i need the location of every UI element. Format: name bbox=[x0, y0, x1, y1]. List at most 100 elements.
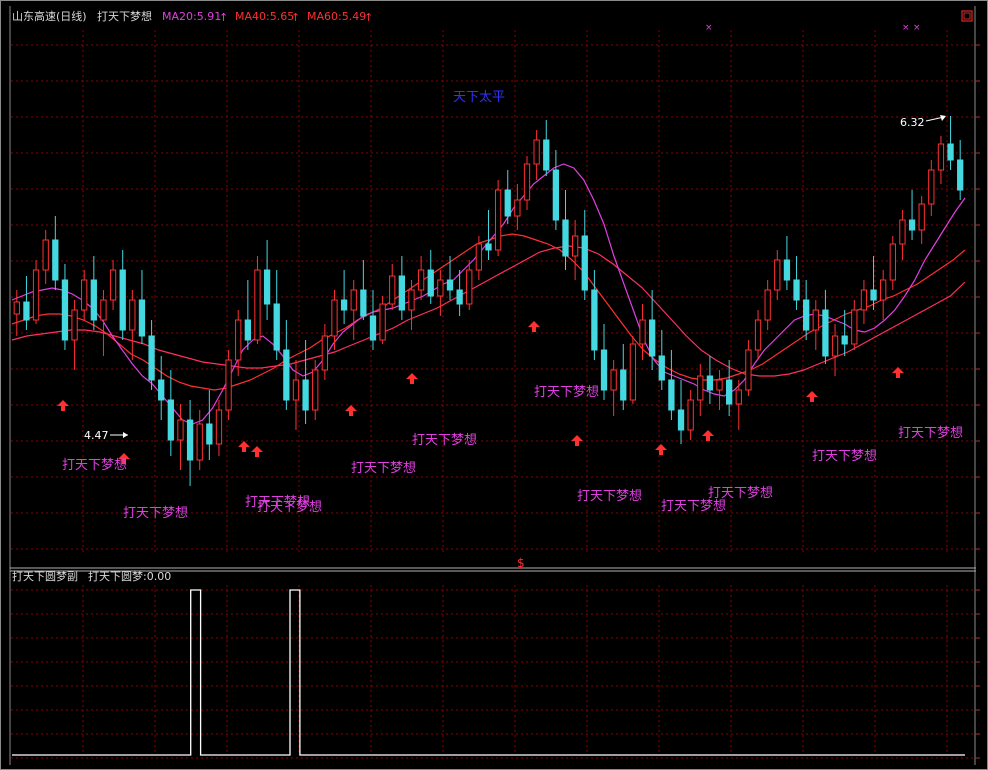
candle-body bbox=[23, 301, 30, 321]
ma20-label: MA20:5.91 bbox=[162, 10, 221, 23]
signal-label: 打天下梦想 bbox=[62, 457, 127, 473]
candle-body bbox=[860, 289, 868, 311]
candle-body bbox=[937, 143, 945, 171]
maximize-icon-inner bbox=[963, 12, 971, 20]
candle-body bbox=[360, 289, 367, 317]
candle-body bbox=[504, 189, 511, 217]
candle-body bbox=[148, 335, 155, 381]
buy-arrow-icon bbox=[702, 430, 714, 441]
candle-body bbox=[215, 409, 223, 445]
candle-body bbox=[581, 235, 588, 291]
candle-body bbox=[677, 409, 685, 431]
candle-body bbox=[803, 299, 810, 331]
candle-body bbox=[908, 219, 916, 231]
candle-body bbox=[947, 143, 954, 161]
ma60-arrow-icon: ↑ bbox=[364, 11, 373, 24]
kline-chart[interactable]: 打天下梦想打天下梦想打天下梦想打天下梦想打天下梦想打天下梦想打天下梦想打天下梦想… bbox=[0, 0, 988, 770]
candle-body bbox=[379, 303, 386, 341]
candle-body bbox=[716, 379, 723, 391]
candle-body bbox=[880, 279, 887, 301]
buy-arrow-icon bbox=[406, 373, 418, 384]
candle-body bbox=[71, 309, 78, 341]
candle-body bbox=[61, 279, 69, 341]
candle-body bbox=[726, 379, 733, 405]
low-price-label: 4.47 bbox=[84, 429, 109, 442]
candle-body bbox=[225, 359, 232, 411]
candle-body bbox=[841, 335, 848, 345]
candle-body bbox=[437, 279, 444, 297]
ma40-arrow-icon: ↑ bbox=[291, 11, 300, 24]
outer-border bbox=[0, 0, 988, 770]
signal-label: 打天下梦想 bbox=[123, 505, 188, 521]
candle-body bbox=[870, 289, 877, 301]
candle-body bbox=[90, 279, 97, 321]
candle-body bbox=[523, 163, 531, 201]
sub-panel-title: 打天下圆梦副 bbox=[12, 569, 78, 583]
candle-body bbox=[109, 269, 117, 301]
buy-arrow-icon bbox=[251, 446, 263, 457]
candle-body bbox=[244, 319, 251, 341]
top-marker-icon: × bbox=[913, 23, 921, 33]
candle-body bbox=[851, 309, 858, 345]
candle-body bbox=[206, 423, 213, 445]
candle-body bbox=[783, 259, 791, 281]
candle-body bbox=[254, 269, 261, 341]
signal-label: 打天下梦想 bbox=[351, 460, 416, 476]
candle-body bbox=[889, 243, 896, 281]
buy-arrow-icon bbox=[238, 441, 250, 452]
candle-body bbox=[446, 279, 454, 291]
candle-body bbox=[32, 269, 40, 321]
candle-body bbox=[514, 199, 521, 217]
candle-body bbox=[196, 423, 203, 461]
buy-arrow-icon bbox=[528, 321, 540, 332]
candle-body bbox=[331, 299, 338, 337]
candle-body bbox=[793, 279, 800, 301]
buy-arrow-icon bbox=[806, 391, 818, 402]
candle-body bbox=[100, 299, 107, 321]
candle-body bbox=[340, 299, 348, 311]
ma40-label: MA40:5.65 bbox=[235, 10, 294, 23]
candle-body bbox=[302, 379, 309, 411]
candle-body bbox=[263, 269, 271, 305]
candle-body bbox=[552, 169, 560, 221]
maximize-icon[interactable] bbox=[961, 10, 973, 22]
candle-body bbox=[754, 319, 762, 351]
candle-body bbox=[369, 315, 377, 341]
candle-body bbox=[533, 139, 540, 165]
signal-label: 打天下梦想 bbox=[898, 425, 963, 441]
candle-body bbox=[735, 389, 742, 405]
candle-body bbox=[812, 309, 819, 331]
candle-body bbox=[158, 379, 165, 401]
candle-body bbox=[273, 303, 280, 351]
candle-body bbox=[52, 239, 59, 281]
ma60-label: MA60:5.49 bbox=[307, 10, 366, 23]
candle-body bbox=[42, 239, 49, 271]
candle-body bbox=[81, 279, 88, 311]
signal-label: 打天下梦想 bbox=[534, 384, 599, 400]
buy-arrow-icon bbox=[345, 405, 357, 416]
candle-body bbox=[235, 319, 242, 361]
ma20-arrow-icon: ↑ bbox=[219, 11, 228, 24]
candle-body bbox=[494, 189, 502, 251]
divider-mark: $ bbox=[517, 556, 525, 570]
candle-body bbox=[350, 289, 357, 311]
candle-body bbox=[831, 335, 839, 357]
candle-body bbox=[918, 203, 925, 231]
candle-body bbox=[562, 219, 569, 257]
low-arrow-icon bbox=[123, 432, 128, 438]
top-marker-icon: × bbox=[705, 23, 713, 33]
candle-body bbox=[639, 319, 646, 345]
candle-body bbox=[745, 349, 752, 391]
candle-body bbox=[571, 235, 579, 257]
candle-body bbox=[138, 299, 146, 337]
candle-body bbox=[292, 379, 300, 401]
candle-body bbox=[899, 219, 906, 245]
candle-body bbox=[119, 269, 126, 331]
candle-body bbox=[408, 289, 415, 311]
candle-body bbox=[648, 319, 656, 357]
candle-body bbox=[427, 269, 434, 297]
high-price-label: 6.32 bbox=[900, 116, 925, 129]
candle-body bbox=[600, 349, 608, 391]
grid bbox=[0, 0, 988, 770]
candle-body bbox=[466, 269, 473, 305]
